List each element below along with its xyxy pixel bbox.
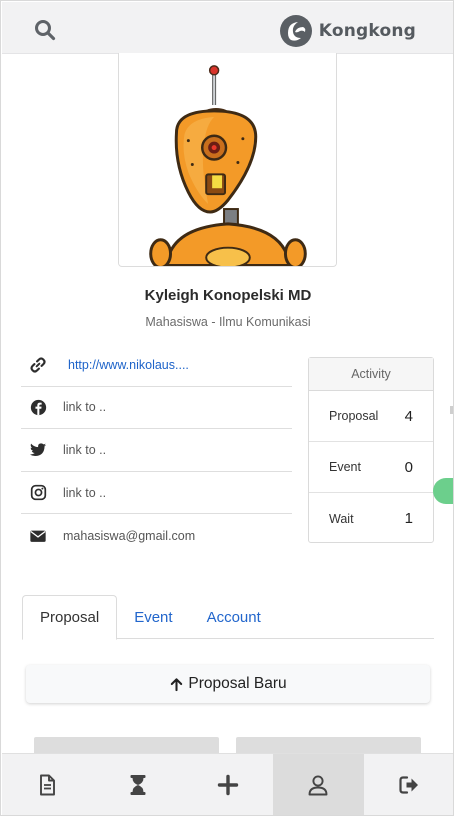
search-icon <box>35 20 56 41</box>
scrollbar-marker <box>450 406 453 414</box>
brand-name: Kongkong <box>318 21 416 41</box>
profile-avatar <box>118 53 337 267</box>
arrow-up-icon <box>171 677 183 691</box>
profile-role: Mahasiswa - Ilmu Komunikasi <box>145 315 311 329</box>
instagram-link-row[interactable]: link to .. <box>21 472 292 515</box>
email-link-row[interactable]: mahasiswa@gmail.com <box>21 514 292 557</box>
twitter-icon <box>28 440 48 460</box>
profile-name: Kyleigh Konopelski MD <box>144 287 312 304</box>
activity-count: 1 <box>404 510 413 527</box>
social-links-list: http://www.nikolaus.... link to .. link … <box>21 344 292 557</box>
user-icon <box>308 775 328 796</box>
website-link-row[interactable]: http://www.nikolaus.... <box>21 344 292 387</box>
new-proposal-label: Proposal Baru <box>188 675 287 692</box>
bottom-navigation <box>2 753 453 815</box>
hourglass-icon <box>130 775 146 795</box>
facebook-link-row[interactable]: link to .. <box>21 387 292 430</box>
tab-event[interactable]: Event <box>117 595 189 639</box>
app-frame: Kongkong Kyleigh Konopelski MD Mahasiswa… <box>0 0 454 816</box>
activity-title: Activity <box>309 358 433 391</box>
document-icon <box>40 774 56 796</box>
nav-wait-button[interactable] <box>92 754 182 815</box>
instagram-icon <box>28 483 48 503</box>
activity-row-wait[interactable]: Wait 1 <box>309 493 433 544</box>
activity-count: 4 <box>404 407 413 425</box>
tab-proposal[interactable]: Proposal <box>22 595 118 640</box>
envelope-icon <box>28 526 48 546</box>
tab-account[interactable]: Account <box>190 595 278 639</box>
new-proposal-button[interactable]: Proposal Baru <box>26 665 430 703</box>
brand-logo-icon <box>279 15 312 47</box>
nav-logout-button[interactable] <box>364 754 453 815</box>
twitter-link-text: link to .. <box>63 442 107 457</box>
instagram-link-text: link to .. <box>63 485 107 500</box>
side-drawer-handle[interactable] <box>433 478 453 504</box>
activity-label: Proposal <box>329 409 379 423</box>
activity-label: Wait <box>329 511 354 526</box>
brand[interactable]: Kongkong <box>279 14 416 48</box>
top-bar: Kongkong <box>2 2 453 54</box>
facebook-icon <box>28 397 48 417</box>
activity-label: Event <box>329 460 361 474</box>
profile-tabs: Proposal Event Account <box>22 595 434 640</box>
activity-row-proposal[interactable]: Proposal 4 <box>309 391 433 442</box>
nav-documents-button[interactable] <box>2 754 92 815</box>
activity-count: 0 <box>404 458 413 476</box>
nav-profile-button[interactable] <box>273 754 364 815</box>
twitter-link-row[interactable]: link to .. <box>21 429 292 472</box>
website-link-text[interactable]: http://www.nikolaus.... <box>68 358 189 372</box>
search-button[interactable] <box>32 17 58 43</box>
facebook-link-text: link to .. <box>63 400 107 415</box>
plus-icon <box>217 774 239 796</box>
sign-out-icon <box>399 776 418 794</box>
nav-add-button[interactable] <box>183 754 273 815</box>
activity-row-event[interactable]: Event 0 <box>309 442 433 493</box>
email-link-text: mahasiswa@gmail.com <box>63 528 196 543</box>
robot-avatar-image <box>119 53 336 266</box>
activity-card: Activity Proposal 4 Event 0 Wait 1 <box>308 357 434 543</box>
link-icon <box>28 355 48 375</box>
